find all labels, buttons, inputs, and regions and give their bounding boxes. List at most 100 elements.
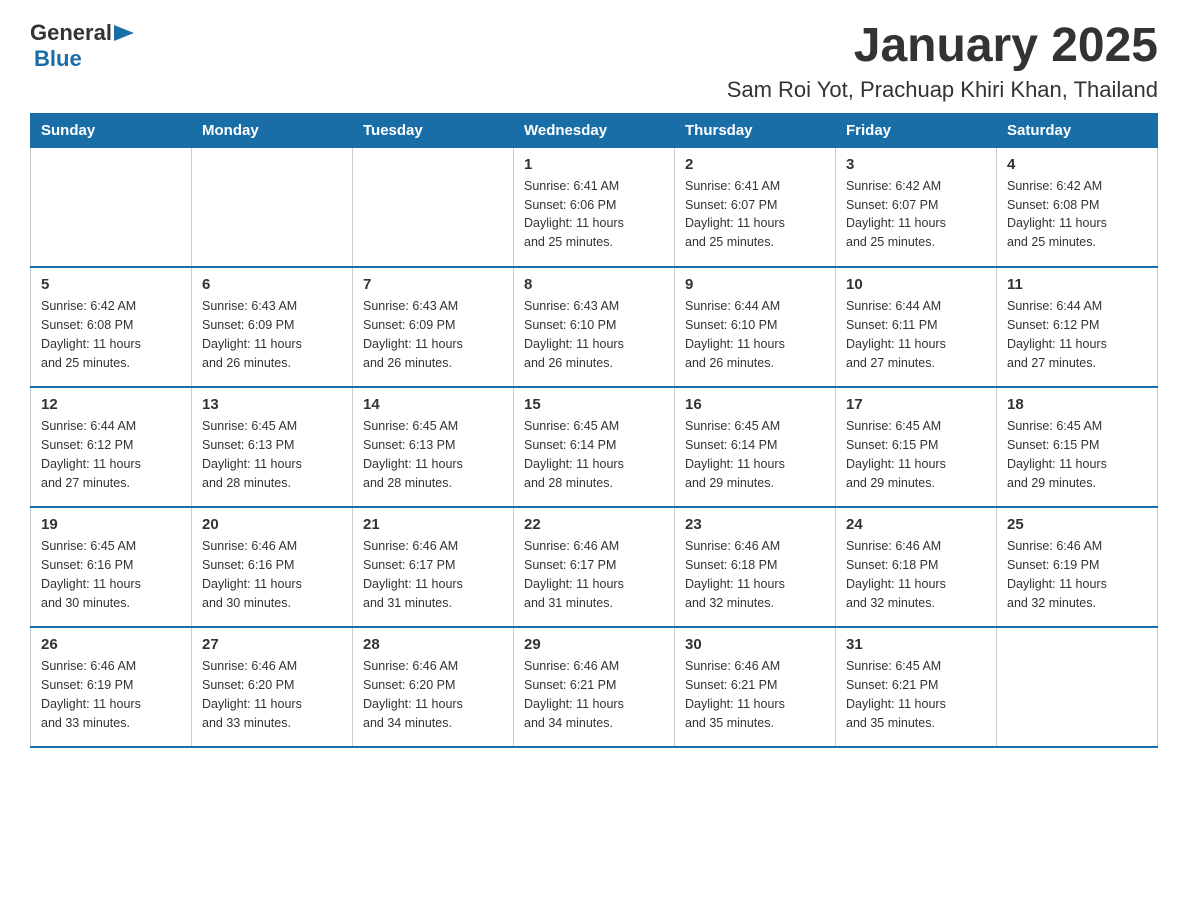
day-info-line: Sunrise: 6:44 AM xyxy=(1007,299,1102,313)
logo-blue-text: Blue xyxy=(34,46,82,72)
day-number: 8 xyxy=(524,276,664,293)
day-info-line: Daylight: 11 hours xyxy=(685,457,785,471)
day-info-line: and 25 minutes. xyxy=(524,235,613,249)
day-info-line: Sunset: 6:06 PM xyxy=(524,198,616,212)
day-number: 1 xyxy=(524,156,664,173)
day-header-saturday: Saturday xyxy=(997,113,1158,147)
day-info: Sunrise: 6:42 AMSunset: 6:07 PMDaylight:… xyxy=(846,177,986,252)
day-info: Sunrise: 6:46 AMSunset: 6:18 PMDaylight:… xyxy=(846,537,986,612)
day-info: Sunrise: 6:45 AMSunset: 6:21 PMDaylight:… xyxy=(846,657,986,732)
day-header-wednesday: Wednesday xyxy=(514,113,675,147)
day-info-line: Sunrise: 6:43 AM xyxy=(524,299,619,313)
calendar-cell-week2-day5: 10Sunrise: 6:44 AMSunset: 6:11 PMDayligh… xyxy=(836,267,997,387)
calendar-header: SundayMondayTuesdayWednesdayThursdayFrid… xyxy=(31,113,1158,147)
day-info: Sunrise: 6:44 AMSunset: 6:10 PMDaylight:… xyxy=(685,297,825,372)
day-number: 23 xyxy=(685,516,825,533)
day-info-line: Daylight: 11 hours xyxy=(1007,577,1107,591)
day-number: 24 xyxy=(846,516,986,533)
day-info-line: Sunset: 6:21 PM xyxy=(524,678,616,692)
day-number: 18 xyxy=(1007,396,1147,413)
day-info-line: Sunrise: 6:44 AM xyxy=(846,299,941,313)
day-number: 20 xyxy=(202,516,342,533)
calendar-cell-week3-day1: 13Sunrise: 6:45 AMSunset: 6:13 PMDayligh… xyxy=(192,387,353,507)
day-info-line: Daylight: 11 hours xyxy=(685,216,785,230)
day-info-line: Sunset: 6:12 PM xyxy=(41,438,133,452)
calendar-cell-week3-day4: 16Sunrise: 6:45 AMSunset: 6:14 PMDayligh… xyxy=(675,387,836,507)
day-info-line: Sunset: 6:10 PM xyxy=(524,318,616,332)
calendar-cell-week4-day4: 23Sunrise: 6:46 AMSunset: 6:18 PMDayligh… xyxy=(675,507,836,627)
calendar-cell-week5-day1: 27Sunrise: 6:46 AMSunset: 6:20 PMDayligh… xyxy=(192,627,353,747)
day-info-line: and 27 minutes. xyxy=(41,476,130,490)
day-info-line: Sunrise: 6:42 AM xyxy=(846,179,941,193)
logo-arrow-icon xyxy=(112,21,136,45)
day-info-line: Daylight: 11 hours xyxy=(41,457,141,471)
day-header-monday: Monday xyxy=(192,113,353,147)
day-info-line: and 35 minutes. xyxy=(685,716,774,730)
day-info-line: and 29 minutes. xyxy=(846,476,935,490)
day-info-line: and 26 minutes. xyxy=(363,356,452,370)
day-info-line: Daylight: 11 hours xyxy=(1007,216,1107,230)
day-number: 21 xyxy=(363,516,503,533)
calendar-cell-week1-day5: 3 Sunrise: 6:42 AMSunset: 6:07 PMDaylight… xyxy=(836,147,997,267)
day-info-line: Sunset: 6:13 PM xyxy=(363,438,455,452)
day-info-line: Daylight: 11 hours xyxy=(685,337,785,351)
day-info-line: Sunset: 6:18 PM xyxy=(685,558,777,572)
day-info-line: and 26 minutes. xyxy=(202,356,291,370)
day-headers-row: SundayMondayTuesdayWednesdayThursdayFrid… xyxy=(31,113,1158,147)
day-info-line: Sunset: 6:15 PM xyxy=(846,438,938,452)
day-info-line: Daylight: 11 hours xyxy=(363,577,463,591)
calendar-cell-week4-day0: 19Sunrise: 6:45 AMSunset: 6:16 PMDayligh… xyxy=(31,507,192,627)
day-info: Sunrise: 6:46 AMSunset: 6:17 PMDaylight:… xyxy=(363,537,503,612)
calendar-cell-week1-day4: 2Sunrise: 6:41 AMSunset: 6:07 PMDaylight… xyxy=(675,147,836,267)
calendar-week-3: 12Sunrise: 6:44 AMSunset: 6:12 PMDayligh… xyxy=(31,387,1158,507)
day-info-line: Sunset: 6:19 PM xyxy=(41,678,133,692)
day-info: Sunrise: 6:46 AMSunset: 6:20 PMDaylight:… xyxy=(202,657,342,732)
day-info-line: Sunset: 6:09 PM xyxy=(202,318,294,332)
day-info-line: Sunset: 6:08 PM xyxy=(1007,198,1099,212)
day-info-line: Sunset: 6:10 PM xyxy=(685,318,777,332)
day-info-line: and 33 minutes. xyxy=(202,716,291,730)
day-info-line: Sunset: 6:18 PM xyxy=(846,558,938,572)
day-info-line: and 32 minutes. xyxy=(1007,596,1096,610)
calendar-week-2: 5Sunrise: 6:42 AMSunset: 6:08 PMDaylight… xyxy=(31,267,1158,387)
day-info-line: Daylight: 11 hours xyxy=(524,577,624,591)
calendar-cell-week3-day3: 15Sunrise: 6:45 AMSunset: 6:14 PMDayligh… xyxy=(514,387,675,507)
day-info: Sunrise: 6:43 AMSunset: 6:09 PMDaylight:… xyxy=(363,297,503,372)
day-info: Sunrise: 6:45 AMSunset: 6:15 PMDaylight:… xyxy=(1007,417,1147,492)
day-info-line: Sunrise: 6:45 AM xyxy=(1007,419,1102,433)
calendar-cell-week4-day3: 22Sunrise: 6:46 AMSunset: 6:17 PMDayligh… xyxy=(514,507,675,627)
day-info-line: and 35 minutes. xyxy=(846,716,935,730)
day-info: Sunrise: 6:44 AMSunset: 6:12 PMDaylight:… xyxy=(1007,297,1147,372)
day-info-line: Daylight: 11 hours xyxy=(524,697,624,711)
day-number: 16 xyxy=(685,396,825,413)
day-info-line: and 29 minutes. xyxy=(685,476,774,490)
day-info: Sunrise: 6:41 AMSunset: 6:07 PMDaylight:… xyxy=(685,177,825,252)
day-info-line: and 34 minutes. xyxy=(363,716,452,730)
day-info-line: Sunset: 6:17 PM xyxy=(363,558,455,572)
day-info-line: Sunrise: 6:46 AM xyxy=(202,659,297,673)
day-number: 7 xyxy=(363,276,503,293)
day-info-line: Sunset: 6:19 PM xyxy=(1007,558,1099,572)
day-header-friday: Friday xyxy=(836,113,997,147)
calendar-cell-week2-day2: 7 Sunrise: 6:43 AMSunset: 6:09 PMDaylight… xyxy=(353,267,514,387)
day-info: Sunrise: 6:46 AMSunset: 6:20 PMDaylight:… xyxy=(363,657,503,732)
day-info-line: Sunset: 6:16 PM xyxy=(202,558,294,572)
day-number: 26 xyxy=(41,636,181,653)
day-info-line: Daylight: 11 hours xyxy=(202,697,302,711)
day-info-line: Sunset: 6:17 PM xyxy=(524,558,616,572)
day-info-line: Sunset: 6:13 PM xyxy=(202,438,294,452)
day-info-line: Sunrise: 6:43 AM xyxy=(363,299,458,313)
day-info-line: Sunset: 6:14 PM xyxy=(524,438,616,452)
day-info-line: and 30 minutes. xyxy=(202,596,291,610)
day-number: 14 xyxy=(363,396,503,413)
calendar-cell-week5-day6 xyxy=(997,627,1158,747)
calendar-cell-week2-day3: 8Sunrise: 6:43 AMSunset: 6:10 PMDaylight… xyxy=(514,267,675,387)
day-info: Sunrise: 6:45 AMSunset: 6:14 PMDaylight:… xyxy=(524,417,664,492)
day-info-line: Sunrise: 6:46 AM xyxy=(685,659,780,673)
day-info: Sunrise: 6:45 AMSunset: 6:15 PMDaylight:… xyxy=(846,417,986,492)
day-info-line: Daylight: 11 hours xyxy=(685,577,785,591)
logo: General Blue xyxy=(30,20,136,72)
day-number: 3 xyxy=(846,156,986,173)
day-info-line: Sunrise: 6:46 AM xyxy=(41,659,136,673)
day-header-thursday: Thursday xyxy=(675,113,836,147)
